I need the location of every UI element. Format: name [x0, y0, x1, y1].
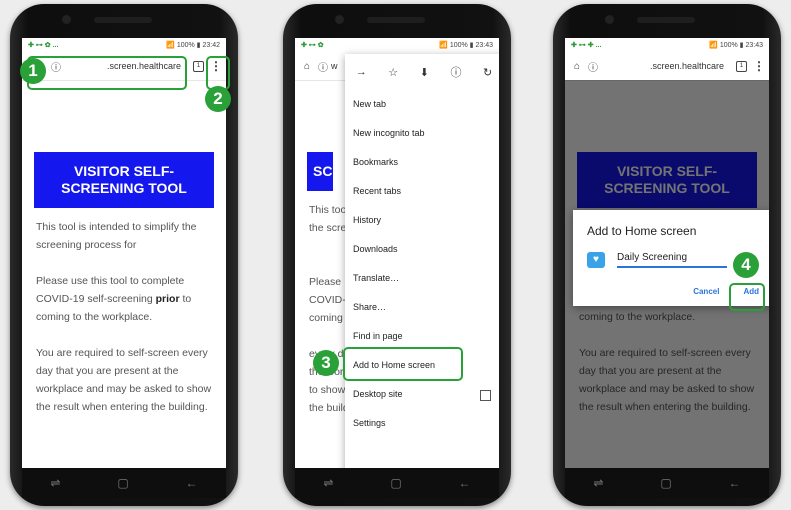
intro-paragraph: This tool is intended to simplify the sc… [36, 221, 197, 251]
menu-item-new-incognito-tab[interactable]: New incognito tab [345, 119, 499, 148]
menu-item-desktop-site[interactable]: Desktop site [345, 380, 499, 409]
speaker-grille [367, 17, 425, 23]
nav-bar: ⇌ ▢ ← [22, 468, 226, 498]
app-heart-icon: ♥ [587, 252, 605, 268]
menu-item-share[interactable]: Share… [345, 293, 499, 322]
phone-2: ✚ ⊶ ✿ 📶 100% ▮ 23:43 ⌂ ⓘ w SC This too th… [283, 4, 511, 506]
tab-switcher-button[interactable]: 1 [193, 60, 204, 72]
menu-item-settings[interactable]: Settings [345, 409, 499, 438]
cancel-button[interactable]: Cancel [693, 287, 719, 296]
menu-item-history[interactable]: History [345, 206, 499, 235]
url-bar[interactable]: .screen.healthcare [601, 61, 730, 71]
menu-button[interactable]: ⋮ [753, 59, 765, 73]
status-right: 📶 100% ▮ 23:42 [166, 42, 220, 49]
menu-item-recent-tabs[interactable]: Recent tabs [345, 177, 499, 206]
recent-apps-icon[interactable]: ⇌ [323, 476, 333, 490]
step-2-badge: 2 [205, 86, 231, 112]
menu-icon-row: → ☆ ⬇ ⓘ ↻ [345, 54, 499, 90]
status-bar: ✚ ⊶ ✿ 📶 100% ▮ 23:43 [295, 38, 499, 52]
recent-apps-icon[interactable]: ⇌ [593, 476, 603, 490]
phone-1: ✚ ⊶ ✿ ... 📶 100% ▮ 23:42 ⓘ .screen.healt… [10, 4, 238, 506]
status-left: ✚ ⊶ ✿ [301, 42, 324, 49]
forward-icon[interactable]: → [356, 66, 367, 78]
info-icon[interactable]: ⓘ [585, 59, 601, 74]
add-button-highlight [729, 283, 765, 311]
page-body: This tool is intended to simplify the sc… [22, 208, 226, 416]
url-bar[interactable]: w [331, 61, 338, 71]
browser-menu: → ☆ ⬇ ⓘ ↻ New tab New incognito tab Book… [345, 54, 499, 468]
shortcut-name-input[interactable]: Daily Screening [617, 252, 727, 268]
page-banner: SC [307, 152, 333, 191]
recent-apps-icon[interactable]: ⇌ [50, 476, 60, 490]
menu-highlight [206, 56, 230, 90]
status-right: 📶 100% ▮ 23:43 [709, 42, 763, 49]
reload-icon[interactable]: ↻ [483, 66, 492, 79]
page-info-icon[interactable]: ⓘ [450, 64, 461, 80]
back-icon[interactable]: ← [459, 476, 471, 490]
screen-1: ✚ ⊶ ✿ ... 📶 100% ▮ 23:42 ⓘ .screen.healt… [22, 38, 226, 468]
phone-3: ✚ ⊶ ✚ ... 📶 100% ▮ 23:43 ⌂ ⓘ .screen.hea… [553, 4, 781, 506]
home-icon[interactable]: ▢ [660, 476, 671, 490]
instructions-paragraph: Please use this tool to complete COVID-1… [36, 275, 192, 323]
menu-item-downloads[interactable]: Downloads [345, 235, 499, 264]
dialog-title: Add to Home screen [587, 224, 697, 238]
download-icon[interactable]: ⬇ [420, 66, 429, 79]
home-icon[interactable]: ▢ [390, 476, 401, 490]
speaker-grille [94, 17, 152, 23]
back-icon[interactable]: ← [186, 476, 198, 490]
tab-switcher-button[interactable]: 1 [736, 60, 747, 72]
menu-item-new-tab[interactable]: New tab [345, 90, 499, 119]
status-right: 📶 100% ▮ 23:43 [439, 42, 493, 49]
camera [62, 15, 71, 24]
home-icon[interactable]: ▢ [117, 476, 128, 490]
desktop-site-checkbox[interactable] [480, 390, 491, 401]
page-banner: VISITOR SELF-SCREENING TOOL [34, 152, 214, 208]
camera [605, 15, 614, 24]
nav-bar: ⇌ ▢ ← [565, 468, 769, 498]
home-button-icon[interactable]: ⌂ [299, 61, 315, 72]
screen-2: ✚ ⊶ ✿ 📶 100% ▮ 23:43 ⌂ ⓘ w SC This too th… [295, 38, 499, 468]
home-button-icon[interactable]: ⌂ [569, 61, 585, 72]
info-icon[interactable]: ⓘ [315, 59, 331, 74]
status-bar: ✚ ⊶ ✚ ... 📶 100% ▮ 23:43 [565, 38, 769, 52]
step-1-badge: 1 [20, 58, 46, 84]
menu-item-bookmarks[interactable]: Bookmarks [345, 148, 499, 177]
nav-bar: ⇌ ▢ ← [295, 468, 499, 498]
camera [335, 15, 344, 24]
url-highlight [27, 56, 187, 90]
browser-toolbar: ⌂ ⓘ .screen.healthcare 1 ⋮ [565, 52, 769, 81]
requirement-paragraph: You are required to self-screen every da… [36, 347, 212, 413]
status-bar: ✚ ⊶ ✿ ... 📶 100% ▮ 23:42 [22, 38, 226, 52]
menu-item-translate[interactable]: Translate… [345, 264, 499, 293]
status-left: ✚ ⊶ ✿ ... [28, 42, 59, 49]
step-4-badge: 4 [733, 252, 759, 278]
status-left: ✚ ⊶ ✚ ... [571, 42, 602, 49]
step-3-badge: 3 [313, 350, 339, 376]
add-to-home-highlight [343, 347, 463, 381]
bookmark-star-icon[interactable]: ☆ [388, 66, 398, 79]
back-icon[interactable]: ← [729, 476, 741, 490]
speaker-grille [637, 17, 695, 23]
